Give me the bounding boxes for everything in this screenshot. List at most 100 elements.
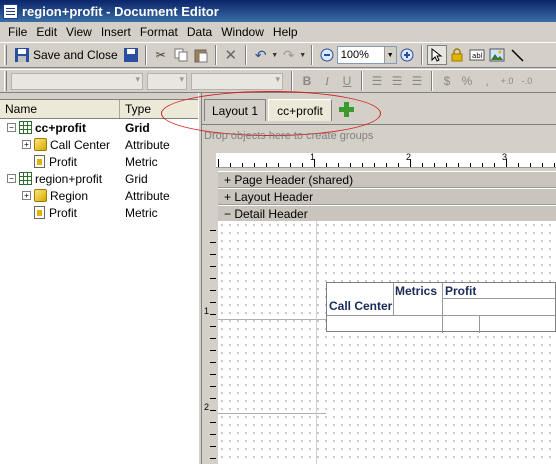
menu-file[interactable]: File — [8, 25, 27, 39]
save-and-close-label: Save and Close — [33, 48, 118, 62]
text-field-button[interactable]: abl — [467, 45, 487, 65]
scissors-icon: ✂ — [155, 48, 166, 62]
toolbar-separator — [420, 45, 423, 65]
redo-icon: ↷ — [282, 46, 295, 63]
tree-row[interactable]: − region+profit Grid — [0, 170, 198, 187]
menu-window[interactable]: Window — [221, 25, 264, 39]
page-header-section[interactable]: + Page Header (shared) — [216, 171, 556, 188]
chevron-down-icon: ▼ — [383, 47, 396, 63]
paste-button[interactable] — [191, 45, 211, 65]
menu-data[interactable]: Data — [187, 25, 212, 39]
zoom-select[interactable]: 100% ▼ — [336, 46, 397, 64]
collapse-minus-icon[interactable]: − — [7, 174, 16, 183]
zoom-in-button[interactable] — [397, 45, 417, 65]
undo-dropdown[interactable]: ▼ — [271, 45, 279, 65]
percent-button[interactable]: % — [457, 71, 477, 91]
tree-item-type: Attribute — [125, 137, 170, 152]
cut-button[interactable]: ✂ — [151, 45, 171, 65]
align-center-button[interactable]: ☰ — [387, 71, 407, 91]
grid-object[interactable]: Metrics Profit Call Center — [326, 282, 556, 333]
ruler-tick — [314, 159, 315, 167]
guide-line — [218, 413, 326, 414]
bold-button[interactable]: B — [297, 71, 317, 91]
redo-button[interactable]: ↷ — [279, 45, 299, 65]
save-and-close-button[interactable]: Save and Close — [11, 45, 121, 65]
image-button[interactable] — [487, 45, 507, 65]
undo-button[interactable]: ↶ — [251, 45, 271, 65]
decrease-decimals-button[interactable]: -.0 — [517, 71, 537, 91]
zoom-out-button[interactable] — [317, 45, 337, 65]
increase-decimals-button[interactable]: +.0 — [497, 71, 517, 91]
undo-icon: ↶ — [254, 46, 267, 63]
detail-header-section[interactable]: − Detail Header — [216, 205, 556, 222]
zoom-in-icon — [400, 48, 414, 62]
ruler-tick — [210, 266, 216, 267]
ruler-tick — [210, 434, 216, 435]
delete-button[interactable]: ✕ — [221, 45, 241, 65]
expand-plus-icon[interactable]: + — [22, 191, 31, 200]
grid-divider — [442, 283, 443, 333]
font-size-select[interactable] — [191, 72, 283, 90]
tree-item-type: Attribute — [125, 188, 170, 203]
tree-row[interactable]: + Region Attribute — [0, 187, 198, 204]
comma-button[interactable]: , — [477, 71, 497, 91]
copy-button[interactable] — [171, 45, 191, 65]
save-button[interactable] — [121, 45, 141, 65]
style-select[interactable] — [11, 72, 143, 90]
tree-item-label: cc+profit — [35, 120, 87, 135]
toolbar-separator — [244, 45, 247, 65]
menu-view[interactable]: View — [66, 25, 92, 39]
align-right-button[interactable]: ☰ — [407, 71, 427, 91]
menu-edit[interactable]: Edit — [36, 25, 57, 39]
text-field-icon: abl — [469, 49, 485, 61]
svg-text:abl: abl — [472, 52, 483, 60]
collapse-minus-icon[interactable]: − — [7, 123, 16, 132]
name-column-header[interactable]: Name — [0, 100, 120, 118]
tree-row-name: − region+profit — [7, 172, 102, 186]
underline-button[interactable]: U — [337, 71, 357, 91]
currency-button[interactable]: $ — [437, 71, 457, 91]
grid-divider — [327, 315, 556, 316]
ruler-tick — [398, 163, 399, 167]
expand-plus-icon[interactable]: + — [22, 140, 31, 149]
italic-button[interactable]: I — [317, 71, 337, 91]
attribute-icon — [34, 138, 47, 151]
lock-icon — [451, 48, 463, 62]
chevron-down-icon: ▼ — [271, 51, 279, 59]
group-drop-zone[interactable]: Drop objects here to create groups — [204, 130, 373, 142]
ruler-tick — [210, 230, 216, 231]
menu-format[interactable]: Format — [140, 25, 178, 39]
ruler-tick — [302, 163, 303, 167]
ruler-tick — [210, 458, 216, 459]
tree-row[interactable]: Profit Metric — [0, 153, 198, 170]
ruler-tick — [482, 163, 483, 167]
line-button[interactable] — [507, 45, 527, 65]
ruler-tick — [422, 163, 423, 167]
ruler-tick — [210, 314, 216, 315]
ruler-tick — [266, 163, 267, 167]
vruler-label-2: 2 — [204, 402, 210, 412]
tree-row[interactable]: + Call Center Attribute — [0, 136, 198, 153]
align-right-icon: ☰ — [411, 74, 423, 88]
font-select[interactable] — [147, 72, 187, 90]
guide-line — [218, 319, 326, 320]
tree-item-label: Profit — [49, 205, 78, 220]
redo-dropdown[interactable]: ▼ — [299, 45, 307, 65]
detail-canvas[interactable]: Metrics Profit Call Center — [218, 221, 556, 464]
ruler-tick — [326, 163, 327, 167]
toolbar-grip[interactable] — [4, 71, 7, 91]
ruler-tick — [542, 163, 543, 167]
lock-button[interactable] — [447, 45, 467, 65]
title-bar: region+profit - Document Editor — [0, 0, 556, 22]
ruler-tick — [338, 163, 339, 167]
delete-x-icon: ✕ — [224, 47, 238, 64]
menu-help[interactable]: Help — [273, 25, 298, 39]
toolbar-grip[interactable] — [4, 45, 7, 65]
horizontal-ruler: 1 2 3 — [216, 153, 556, 168]
tree-row[interactable]: Profit Metric — [0, 204, 198, 221]
layout-header-section[interactable]: + Layout Header — [216, 188, 556, 205]
menu-insert[interactable]: Insert — [101, 25, 131, 39]
toolbar-separator — [291, 71, 293, 91]
select-pointer-button[interactable] — [426, 45, 447, 65]
align-left-button[interactable]: ☰ — [367, 71, 387, 91]
